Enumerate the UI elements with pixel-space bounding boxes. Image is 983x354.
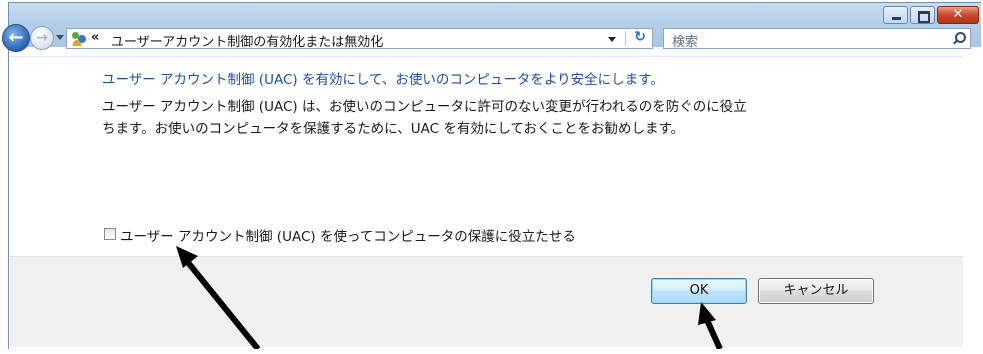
maximize-button[interactable]	[910, 6, 935, 24]
address-separator	[625, 31, 626, 46]
minimize-button[interactable]	[883, 6, 908, 24]
address-bar[interactable]: « ユーザーアカウント制御の有効化または無効化 ↻	[66, 28, 653, 50]
search-placeholder: 検索	[672, 35, 699, 50]
description-line: ユーザー アカウント制御 (UAC) は、お使いのコンピュータに許可のない変更が…	[102, 99, 747, 115]
caption-buttons: ✕	[883, 6, 979, 25]
address-dropdown-icon[interactable]	[608, 37, 616, 42]
forward-button[interactable]: →	[30, 26, 54, 50]
close-icon: ✕	[952, 7, 964, 22]
back-arrow-icon: ←	[8, 27, 24, 48]
page-heading: ユーザー アカウント制御 (UAC) を有効にして、お使いのコンピュータをより安…	[102, 72, 664, 88]
maximize-icon	[918, 11, 930, 23]
ok-button[interactable]: OK	[651, 278, 747, 304]
back-button[interactable]: ←	[2, 24, 30, 52]
search-icon[interactable]	[952, 32, 966, 45]
close-button[interactable]: ✕	[937, 6, 979, 24]
search-input[interactable]: 検索	[663, 28, 971, 50]
breadcrumb-overflow-icon[interactable]: «	[91, 30, 99, 45]
uac-checkbox[interactable]	[104, 228, 116, 240]
recent-pages-dropdown[interactable]	[56, 35, 64, 40]
description-paragraph: ユーザー アカウント制御 (UAC) は、お使いのコンピュータに許可のない変更が…	[102, 96, 872, 140]
cancel-button[interactable]: キャンセル	[758, 278, 874, 304]
description-line: ちます。お使いのコンピュータを保護するために、UAC を有効にしておくことをお勧…	[102, 121, 685, 137]
refresh-icon[interactable]: ↻	[634, 29, 646, 45]
user-accounts-icon	[71, 31, 87, 47]
forward-arrow-icon: →	[36, 30, 48, 46]
breadcrumb-current[interactable]: ユーザーアカウント制御の有効化または無効化	[111, 31, 383, 50]
minimize-icon	[892, 17, 901, 20]
uac-checkbox-label[interactable]: ユーザー アカウント制御 (UAC) を使ってコンピュータの保護に役立たせる	[120, 225, 576, 245]
